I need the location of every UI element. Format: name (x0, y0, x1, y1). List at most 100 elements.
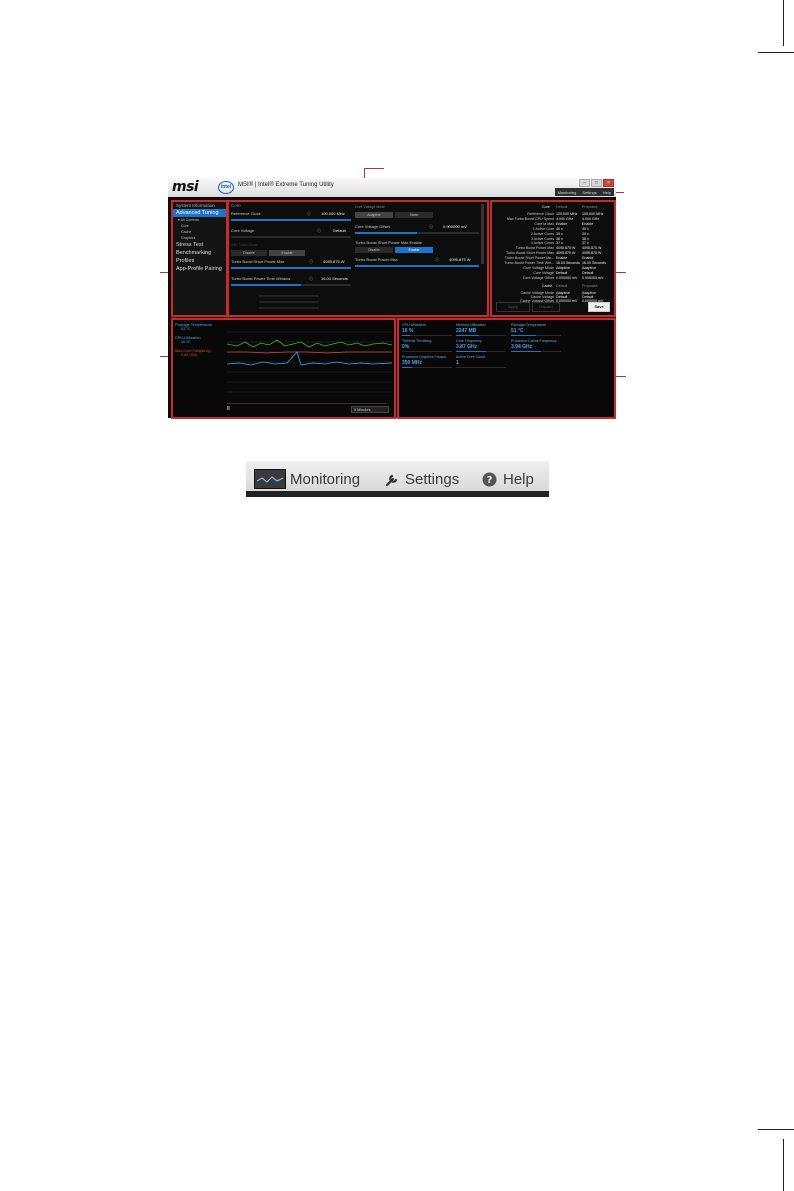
core-voltage-slider[interactable] (231, 236, 351, 238)
stat-label: CPU Utilization (402, 323, 427, 327)
stat-value: 350 MHz (402, 360, 423, 366)
monitor-graph (227, 331, 392, 393)
intel-logo: intel (218, 181, 234, 194)
turbo-power-max-slider[interactable] (355, 265, 479, 267)
svg-text:?: ? (487, 475, 493, 486)
close-button[interactable]: × (603, 179, 614, 187)
pause-button[interactable]: II (227, 406, 230, 412)
sidebar-item-app-profile-pairing[interactable]: App-Profile Pairing (173, 265, 226, 273)
stat-bar (402, 335, 452, 336)
stat-value: 2247 MB (456, 328, 477, 334)
zoomed-menu-bottom-strip (246, 491, 549, 497)
turbo-time-window-slider[interactable] (231, 284, 351, 286)
graph-series-temperature (227, 339, 392, 348)
help-icon: ? (482, 472, 497, 487)
stat-bar (511, 335, 561, 336)
turbo-enable-button[interactable]: Enable (269, 250, 305, 256)
disabled-slider-2 (259, 301, 319, 303)
save-button[interactable]: Save (588, 302, 610, 312)
turbo-power-max-label: Turbo Boost Power Max (355, 257, 398, 262)
graph-time-track (227, 403, 387, 404)
stat-value: 3.87 GHz (456, 344, 478, 350)
turbo-time-window-label: Turbo Boost Power Time Window (231, 276, 291, 281)
menu-help[interactable]: Help (503, 471, 534, 488)
core-voltage-label: Core Voltage (231, 228, 255, 233)
turbo-time-window-value: 16.00 Seconds (321, 276, 348, 281)
stat-value: 16 % (402, 328, 414, 334)
core-voltage-value: Default (333, 228, 346, 233)
turbo-short-enable-label: Turbo Boost Short Power Max Enable (355, 240, 422, 245)
window-controls: – □ × (579, 179, 614, 187)
time-range-select[interactable]: 5 Minutes (351, 406, 389, 413)
stat-label: Thermal Throttling (402, 339, 432, 343)
panel-scrollbar[interactable] (481, 204, 484, 264)
msi-logo: msi (172, 179, 199, 195)
reference-clock-label: Reference Clock (231, 211, 261, 216)
sidebar: System Information Advanced Tuning ▾ All… (171, 200, 228, 317)
monitor-graph-panel: Package Temperature 51 °C CPU Utilization 1… (171, 318, 396, 419)
turbo-short-power-label: Turbo Boost Short Power Max (231, 259, 285, 264)
crop-mark-right-bottom (783, 1139, 784, 1191)
stat-value: 0% (402, 344, 410, 350)
nav-settings[interactable]: Settings (582, 190, 596, 195)
info-icon: ⓘ (307, 211, 311, 216)
legend-value: 3.86 GHz (181, 353, 198, 357)
reference-clock-slider[interactable] (231, 219, 351, 221)
xtu-window: msi intel MSI® | Intel® Extreme Tuning U… (168, 178, 616, 419)
stat-bar (511, 351, 561, 352)
sidebar-item-benchmarking[interactable]: Benchmarking (173, 249, 226, 257)
sidebar-header[interactable]: System Information (173, 202, 226, 209)
minimize-button[interactable]: – (579, 179, 590, 187)
reference-clock-value: 100.000 MHz (321, 211, 345, 216)
stat-value: 1 (456, 360, 459, 366)
stat-bar (402, 367, 452, 368)
voltage-mode-adaptive[interactable]: Adaptive (355, 212, 393, 218)
turbo-short-power-slider[interactable] (231, 267, 351, 269)
stat-label: Processor Graphics Freque (402, 355, 446, 359)
turbo-short-enable-button[interactable]: Enable (395, 247, 433, 253)
summary-row: Core Voltage Offset 0.000000 mV 0.000000 m… (522, 275, 604, 280)
sidebar-item-advanced-tuning[interactable]: Advanced Tuning (173, 209, 226, 217)
stat-bar (456, 367, 506, 368)
stat-value: 3.94 GHz (511, 344, 533, 350)
menu-settings[interactable]: Settings (405, 471, 459, 488)
info-icon: ⓘ (309, 259, 313, 264)
section-title: Core (231, 203, 241, 208)
stat-bar (402, 351, 452, 352)
apply-button[interactable]: Apply (496, 302, 530, 312)
stat-bar (456, 351, 506, 352)
nav-help[interactable]: Help (603, 190, 611, 195)
summary-cache-header: Cache Default Proposed (542, 284, 598, 288)
turbo-short-power-value: 4095.875 W (323, 259, 345, 264)
turbo-short-disable-button[interactable]: Disable (355, 247, 393, 253)
nav-monitoring[interactable]: Monitoring (558, 190, 577, 195)
stat-label: Core Frequency (456, 339, 482, 343)
maximize-button[interactable]: □ (591, 179, 602, 187)
core-voltage-offset-slider[interactable] (355, 232, 479, 234)
crop-mark-right-top (783, 0, 784, 46)
disabled-slider-1 (259, 295, 319, 297)
core-voltage-offset-label: Core Voltage Offset (355, 224, 390, 229)
menu-monitoring[interactable]: Monitoring (290, 471, 360, 488)
info-icon: ⓘ (435, 257, 439, 262)
legend-value: 51 °C (181, 327, 191, 331)
sidebar-item-profiles[interactable]: Profiles (173, 257, 226, 265)
monitoring-icon (254, 469, 286, 489)
tuning-panel: Core Reference Clock ⓘ 100.000 MHz Core … (227, 200, 489, 317)
top-nav: Monitoring Settings Help (554, 188, 614, 196)
legend-item[interactable]: Max Core Frequency 3.86 GHz (175, 349, 210, 357)
legend-value: 16 % (181, 340, 190, 344)
stat-bar (456, 335, 506, 336)
disabled-slider-3 (259, 307, 319, 309)
title-bar: msi intel MSI® | Intel® Extreme Tuning U… (168, 178, 616, 197)
stat-label: Package Temperature (511, 323, 547, 327)
callout-main-h (364, 168, 384, 169)
sidebar-item-stress-test[interactable]: Stress Test (173, 241, 226, 249)
turbo-disable-button[interactable]: Disable (231, 250, 267, 256)
voltage-mode-static[interactable]: Static (395, 212, 433, 218)
crop-mark-top-right (758, 52, 794, 53)
discard-button[interactable]: Discard (532, 302, 560, 312)
legend-item[interactable]: CPU Utilization 16 % (175, 336, 201, 344)
intel-turbo-label: Intel Turbo Boost (231, 243, 258, 247)
legend-item[interactable]: Package Temperature 51 °C (175, 323, 212, 331)
